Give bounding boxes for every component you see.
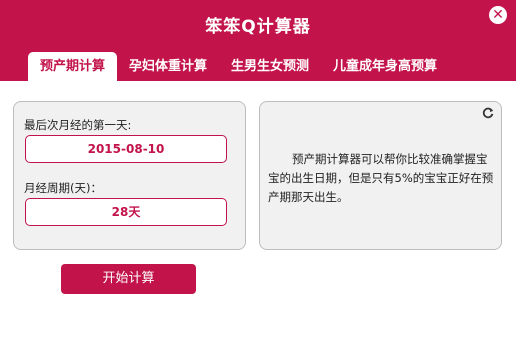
cycle-input[interactable]: 28天 xyxy=(25,198,227,226)
refresh-icon[interactable] xyxy=(481,106,495,120)
tab-gender-prediction[interactable]: 生男生女预测 xyxy=(219,52,321,81)
tab-bar: 预产期计算 孕妇体重计算 生男生女预测 儿童成年身高预算 xyxy=(28,52,449,81)
tab-pregnancy-weight[interactable]: 孕妇体重计算 xyxy=(117,52,219,81)
cycle-label: 月经周期(天)： xyxy=(24,181,102,195)
title-bar: 笨笨Q计算器 ✕ 预产期计算 孕妇体重计算 生男生女预测 儿童成年身高预算 xyxy=(0,0,516,81)
input-panel: 最后次月经的第一天: 2015-08-10 月经周期(天)： 28天 xyxy=(13,101,246,250)
last-period-input[interactable]: 2015-08-10 xyxy=(25,135,227,163)
info-panel: 预产期计算器可以帮你比较准确掌握宝宝的出生日期，但是只有5%的宝宝正好在预产期那… xyxy=(259,101,502,250)
tab-due-date[interactable]: 预产期计算 xyxy=(28,52,118,81)
last-period-label: 最后次月经的第一天: xyxy=(24,118,132,132)
close-icon[interactable]: ✕ xyxy=(489,6,507,24)
tab-child-height[interactable]: 儿童成年身高预算 xyxy=(321,52,449,81)
app-title: 笨笨Q计算器 xyxy=(205,17,311,37)
start-calculate-button[interactable]: 开始计算 xyxy=(61,264,196,294)
info-text: 预产期计算器可以帮你比较准确掌握宝宝的出生日期，但是只有5%的宝宝正好在预产期那… xyxy=(268,152,494,204)
